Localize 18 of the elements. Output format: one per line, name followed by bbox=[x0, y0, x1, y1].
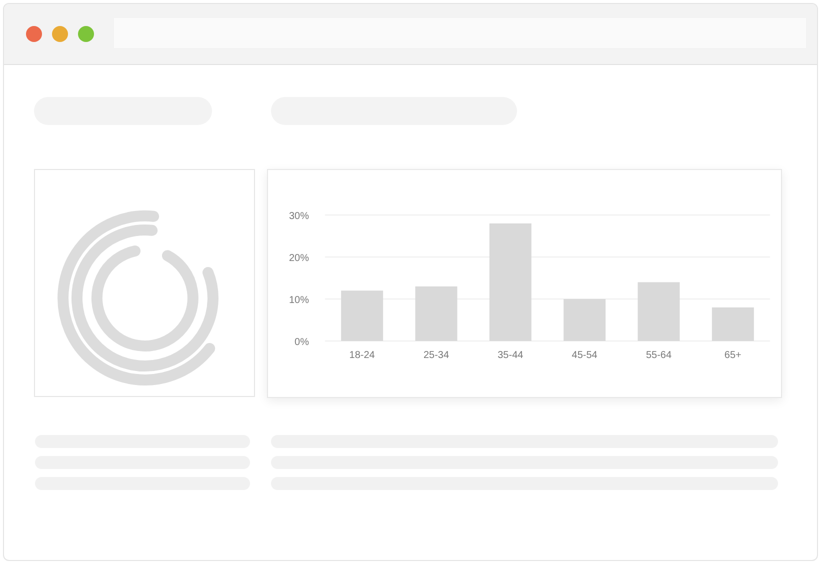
x-axis-label: 45-54 bbox=[572, 350, 598, 361]
y-axis-label: 20% bbox=[288, 253, 309, 264]
x-axis-label: 18-24 bbox=[349, 350, 375, 361]
x-axis-label: 55-64 bbox=[646, 350, 672, 361]
x-axis-label: 25-34 bbox=[423, 350, 450, 361]
x-axis-label: 65+ bbox=[724, 350, 742, 361]
bar bbox=[712, 307, 754, 341]
close-window-icon[interactable] bbox=[26, 26, 42, 42]
y-axis-label: 30% bbox=[288, 211, 309, 222]
y-axis-label: 0% bbox=[294, 337, 309, 348]
bar bbox=[415, 286, 458, 341]
minimize-window-icon[interactable] bbox=[52, 26, 68, 42]
y-axis-label: 10% bbox=[288, 295, 309, 306]
bar bbox=[341, 290, 384, 341]
maximize-window-icon[interactable] bbox=[78, 26, 94, 42]
bar bbox=[564, 299, 606, 341]
bar bbox=[638, 282, 680, 341]
x-axis-label: 35-44 bbox=[498, 350, 524, 361]
